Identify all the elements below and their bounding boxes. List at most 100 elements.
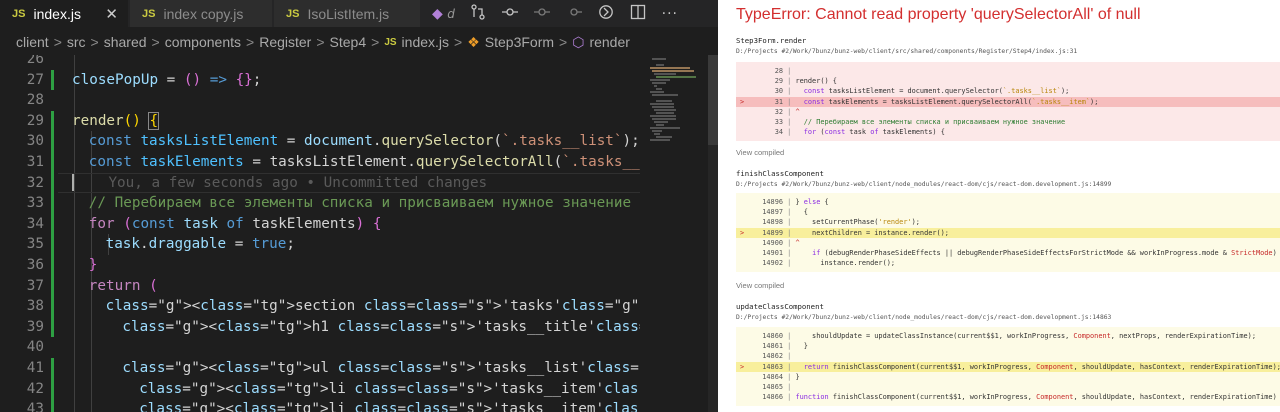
- snippet-line: 34 | for (const task of taskElements) {: [774, 128, 945, 137]
- code-line: 31 const taskElements = tasksListElement.…: [0, 152, 640, 173]
- tab-overflow-label[interactable]: ◆ d: [432, 6, 455, 22]
- tab-bar: JS index.js ✕ JS index copy.js JS IsoLis…: [0, 0, 718, 27]
- line-number: 42: [26, 380, 44, 397]
- line-code: class="g"><class="tg">li class=class="s"…: [139, 380, 640, 397]
- minimap-line: [654, 73, 676, 75]
- history-icon[interactable]: [597, 4, 615, 24]
- code-snippet: 14896 | } else {14897 | {14898 | setCurr…: [736, 193, 1280, 273]
- stack-frame-header: Step3Form.render D:/Projects #2/Work/7bun…: [736, 36, 1276, 55]
- line-code: return (: [88, 277, 158, 294]
- code-line: 43 class="g"><class="tg">li class=class="…: [0, 399, 640, 412]
- git-modified-bar: [51, 378, 54, 400]
- view-compiled-link[interactable]: View compiled: [736, 281, 784, 290]
- line-number: 37: [26, 277, 44, 294]
- js-file-icon: JS: [142, 7, 156, 20]
- line-number: 28: [26, 92, 44, 109]
- snippet-line: 33 | // Перебираем все элементы списка и…: [774, 117, 1066, 126]
- breadcrumb-item[interactable]: components: [165, 34, 241, 50]
- git-modified-bar: [51, 213, 54, 235]
- snippet-line: 14902 | instance.render();: [762, 259, 896, 268]
- snippet-line: 14901 | if (debugRenderPhaseSideEffects …: [762, 248, 1277, 257]
- git-modified-bar: [51, 296, 54, 317]
- minimap[interactable]: [646, 55, 708, 145]
- breadcrumb-item[interactable]: Register: [259, 34, 311, 50]
- breadcrumb-item[interactable]: shared: [104, 34, 147, 50]
- go-back-icon[interactable]: [501, 4, 519, 24]
- line-code: const taskElements = tasksListElement.qu…: [88, 154, 640, 170]
- stack-frame-name: finishClassComponent: [736, 169, 824, 178]
- minimap-line: [652, 82, 666, 84]
- error-title: TypeError: Cannot read property 'querySe…: [736, 6, 1141, 23]
- minimap-line: [654, 109, 676, 111]
- chevron-right-icon: >: [316, 34, 325, 50]
- line-code: class="g"><class="tg">section class=clas…: [105, 298, 640, 315]
- code-editor[interactable]: JS index.js ✕ JS index copy.js JS IsoLis…: [0, 0, 718, 412]
- tab-index-copy-js[interactable]: JS index copy.js: [130, 0, 272, 27]
- git-modified-bar: [51, 275, 54, 297]
- more-actions-icon[interactable]: ···: [661, 6, 679, 22]
- minimap-line: [656, 124, 664, 126]
- breadcrumb-item[interactable]: Step4: [330, 34, 367, 50]
- git-modified-bar: [51, 152, 54, 173]
- line-number: 43: [26, 401, 44, 412]
- snippet-line: 28 |: [774, 67, 792, 75]
- stack-frame-path[interactable]: D:/Projects #2/Work/7bunz/bunz-web/clien…: [736, 48, 1276, 55]
- line-code: class="g"><class="tg">li class=class="s"…: [139, 401, 640, 412]
- line-code: closePopUp = () => {};: [72, 71, 262, 88]
- js-file-icon: JS: [384, 36, 397, 48]
- open-changes-icon[interactable]: [565, 4, 583, 24]
- line-code: // Перебираем все элементы списка и прис…: [88, 195, 632, 212]
- breadcrumb-item[interactable]: src: [67, 34, 86, 50]
- git-modified-bar: [51, 255, 54, 276]
- code-area[interactable]: 26 27 closePopUp = () => {}; 28 29 render() {…: [0, 55, 640, 412]
- chevron-right-icon: >: [371, 34, 380, 50]
- code-line: 42 class="g"><class="tg">li class=class="…: [0, 378, 640, 400]
- line-number: 32: [26, 174, 44, 191]
- line-number: 41: [26, 360, 44, 376]
- git-modified-bar: [51, 399, 54, 412]
- view-compiled-link[interactable]: View compiled: [736, 148, 784, 157]
- code-line: 26: [0, 55, 640, 70]
- breadcrumb-method[interactable]: render: [589, 34, 629, 50]
- minimap-line: [656, 64, 664, 66]
- scrollbar-thumb[interactable]: [708, 55, 718, 145]
- tab-label: index.js: [33, 5, 81, 22]
- minimap-line: [652, 118, 676, 120]
- code-line: 38 class="g"><class="tg">section class=cl…: [0, 296, 640, 317]
- code-snippet: 28 | 29 | render() {30 | const tasksList…: [736, 62, 1280, 142]
- line-number: 38: [26, 298, 44, 315]
- class-icon: ❖: [467, 33, 480, 50]
- git-compare-icon[interactable]: [469, 3, 487, 24]
- git-modified-bar: [51, 69, 54, 91]
- snippet-line: 14862 |: [762, 352, 792, 361]
- minimap-line: [656, 112, 674, 114]
- close-tab-icon[interactable]: ✕: [105, 5, 118, 23]
- snippet-line: 14896 | } else {: [762, 198, 829, 206]
- chevron-right-icon: >: [90, 34, 99, 50]
- js-file-icon: JS: [286, 7, 300, 20]
- line-code: }: [88, 257, 98, 273]
- code-line: 27 closePopUp = () => {};: [0, 69, 640, 91]
- chevron-right-icon: >: [246, 34, 255, 50]
- tab-label: index copy.js: [163, 5, 244, 22]
- minimap-line: [652, 94, 678, 96]
- stack-frame-header: finishClassComponent D:/Projects #2/Work/…: [736, 169, 1276, 188]
- breadcrumb-item[interactable]: client: [16, 34, 49, 50]
- stack-frame-path[interactable]: D:/Projects #2/Work/7bunz/bunz-web/clien…: [736, 314, 1276, 321]
- code-line: 28: [0, 90, 640, 111]
- tab-index-js[interactable]: JS index.js ✕: [0, 0, 128, 27]
- line-code: for (const task of taskElements) {: [88, 215, 382, 232]
- line-number: 31: [26, 154, 44, 170]
- editor-scrollbar[interactable]: [708, 55, 718, 412]
- tab-isolistitem-js[interactable]: JS IsoListItem.js: [274, 0, 420, 27]
- stack-frame-path[interactable]: D:/Projects #2/Work/7bunz/bunz-web/clien…: [736, 181, 1276, 188]
- go-forward-icon[interactable]: [533, 4, 551, 24]
- split-editor-icon[interactable]: [629, 4, 647, 24]
- line-number: 40: [26, 339, 44, 356]
- line-number: 26: [26, 55, 44, 67]
- breadcrumb-file[interactable]: index.js: [402, 34, 449, 50]
- minimap-line: [652, 106, 674, 108]
- code-line: 29 render() {: [0, 110, 640, 132]
- line-code: class="g"><class="tg">ul class=class="s"…: [122, 360, 640, 376]
- breadcrumb-class[interactable]: Step3Form: [485, 34, 554, 50]
